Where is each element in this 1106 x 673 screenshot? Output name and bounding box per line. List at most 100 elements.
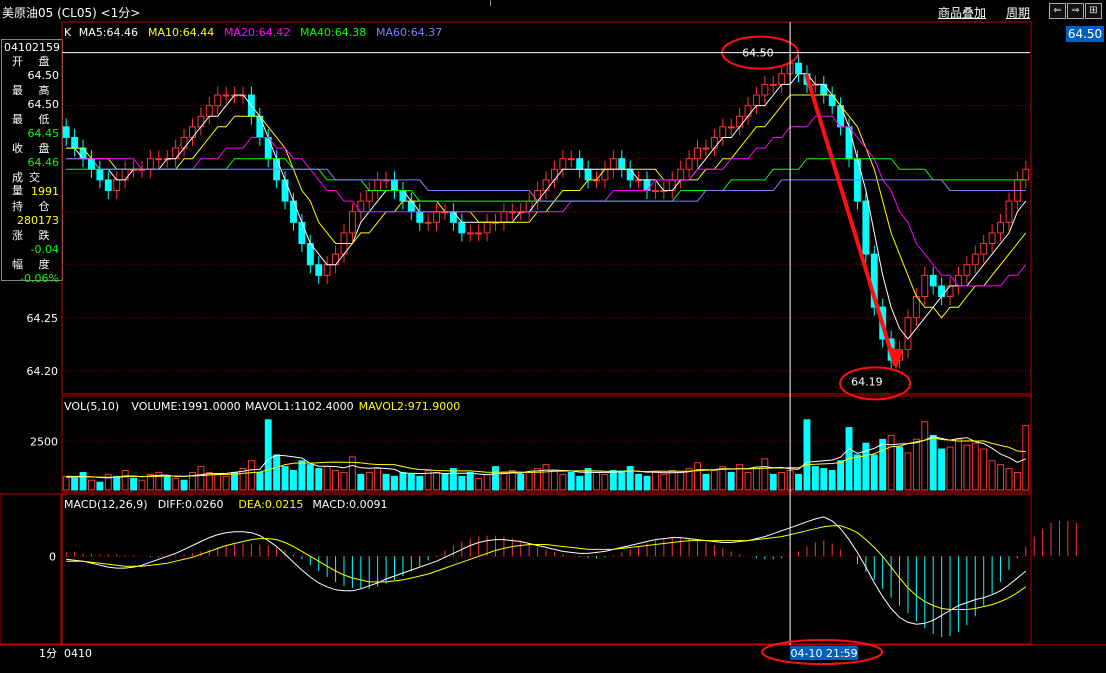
macd-tick-label: 0 [49, 550, 56, 563]
candle-body [332, 253, 340, 266]
volume-bar [88, 479, 95, 491]
candle-body [466, 232, 474, 235]
volume-bar [1005, 468, 1013, 491]
candle-body [938, 285, 946, 298]
candle-body [399, 189, 407, 202]
volume-legend-item: MAVOL2:971.9000 [359, 400, 461, 413]
candle-body [609, 158, 617, 170]
volume-bar [761, 458, 769, 491]
volume-bar [441, 473, 449, 491]
volume-bar [79, 471, 87, 491]
candle-body [677, 168, 685, 181]
candle-body [820, 83, 828, 96]
volume-bar [626, 466, 634, 491]
volume-bar [315, 468, 323, 491]
candle-body [980, 243, 988, 255]
candle-body [736, 115, 744, 128]
diff-line [66, 516, 1027, 625]
volume-bars-group [62, 419, 1030, 491]
candle-body [719, 126, 727, 138]
volume-bar [601, 473, 609, 491]
volume-bar [298, 460, 306, 491]
volume-tick-label: 2500 [30, 435, 58, 448]
volume-bar [769, 473, 777, 491]
volume-bar [172, 477, 180, 491]
volume-bar [702, 473, 710, 491]
volume-bar [635, 473, 643, 491]
volume-bar [256, 471, 264, 491]
volume-bar [416, 475, 424, 491]
volume-bar [795, 473, 802, 491]
candle-body [761, 83, 769, 96]
volume-bar [660, 473, 668, 491]
candle-body [315, 264, 323, 276]
volume-bar [778, 471, 786, 491]
volume-bar [458, 475, 466, 491]
macd-legend-item: MACD:0.0091 [312, 498, 387, 511]
price-legend-item: MA5:64.46 [79, 26, 138, 39]
candle-body [795, 62, 802, 75]
volume-bar [180, 479, 188, 491]
candle-body [458, 221, 466, 234]
candle-body [559, 158, 567, 170]
candle-body [542, 179, 550, 191]
candle-body [475, 232, 483, 235]
volume-bar [475, 477, 483, 491]
volume-bar [719, 466, 727, 491]
volume-bar [887, 434, 895, 491]
volume-bar [121, 470, 129, 491]
volume-bar [828, 470, 836, 491]
volume-bar [466, 471, 474, 491]
candle-body [685, 158, 693, 170]
candle-body [584, 168, 592, 181]
candle-body [205, 105, 213, 117]
candle-body [146, 158, 154, 170]
candle-body [113, 179, 121, 191]
volume-bar [593, 471, 600, 491]
volume-bar [1013, 471, 1021, 491]
volume-bar [727, 471, 735, 491]
candle-body [88, 158, 95, 170]
volume-bar [62, 475, 70, 491]
volume-bar [382, 473, 390, 491]
volume-bar [946, 446, 954, 491]
candle-body [374, 179, 382, 191]
volume-bar [584, 468, 592, 491]
candle-body [155, 158, 163, 161]
candle-body [769, 83, 777, 86]
volume-bar [879, 438, 887, 491]
volume-bar [96, 481, 104, 491]
volume-bar [273, 454, 281, 491]
candle-body [618, 158, 626, 170]
volume-bar [651, 471, 659, 491]
volume-bar [517, 473, 525, 491]
candle-body [121, 168, 129, 181]
low-annotation: 64.19 [851, 375, 883, 388]
price-legend-item: MA60:64.37 [376, 26, 442, 39]
candle-body [694, 147, 701, 160]
volume-bar [407, 473, 415, 491]
volume-bar [853, 454, 861, 491]
futures-chart[interactable]: 64.25 64.20 K MA5:64.46 MA10:64.44 MA20:64.42… [0, 0, 1106, 673]
volume-bar [163, 475, 171, 491]
volume-bar [820, 468, 828, 491]
volume-bar [576, 475, 584, 491]
volume-bar [550, 470, 558, 491]
price-legend-item: K [64, 26, 72, 39]
volume-bar [231, 471, 239, 491]
candle-body [433, 211, 441, 223]
candle-body [197, 115, 205, 128]
candle-body [298, 221, 306, 245]
candle-body [424, 221, 432, 224]
candle-body [921, 274, 929, 298]
volume-legend-item: VOLUME:1991.0000 [131, 400, 240, 413]
volume-bar [997, 464, 1004, 491]
price-legend-item: MA20:64.42 [224, 26, 290, 39]
volume-bar [955, 438, 962, 491]
candle-body [365, 189, 373, 202]
candle-body [668, 179, 676, 191]
price-legend-item: MA10:64.44 [148, 26, 214, 39]
macd-legend-item: DEA:0.0215 [238, 498, 303, 511]
candle-body [862, 200, 870, 255]
volume-bar [980, 448, 988, 491]
